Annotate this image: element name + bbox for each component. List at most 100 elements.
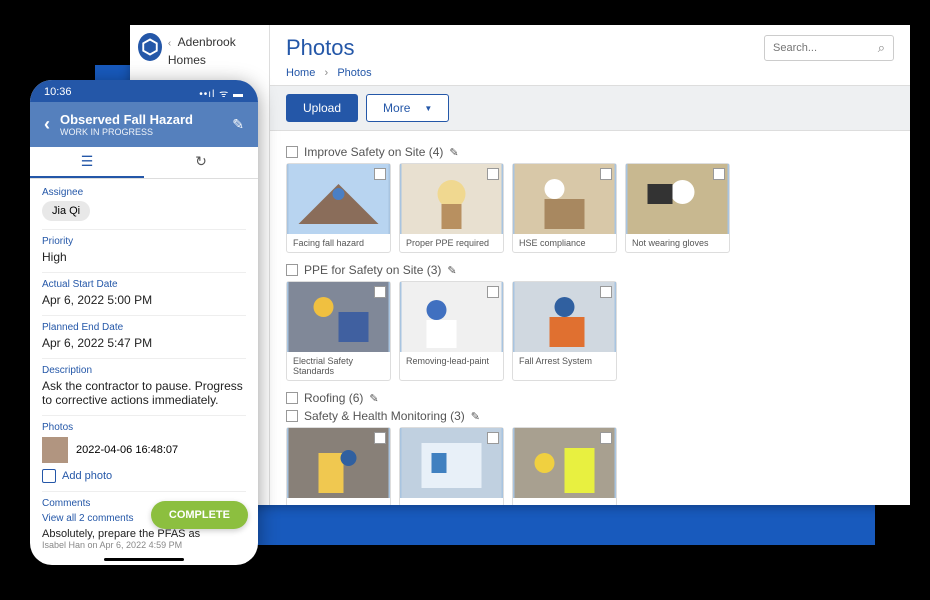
card-thumbnail [400,164,503,234]
app-logo[interactable] [138,33,162,61]
breadcrumb: Home › Photos [270,65,910,85]
card-thumbnail [513,164,616,234]
card-thumbnail [287,282,390,352]
card-checkbox[interactable] [487,432,499,444]
card-checkbox[interactable] [600,168,612,180]
photo-card[interactable] [512,427,617,505]
photo-card[interactable]: Electrial Safety Standards [286,281,391,381]
edit-icon[interactable]: ✎ [232,116,244,133]
card-row [286,427,894,505]
photo-card[interactable]: Removing-lead-paint [399,281,504,381]
card-caption [400,498,503,505]
section-checkbox[interactable] [286,392,298,404]
card-checkbox[interactable] [713,168,725,180]
edit-icon[interactable]: ✎ [447,264,456,277]
card-checkbox[interactable] [600,432,612,444]
section-checkbox[interactable] [286,410,298,422]
card-caption: Not wearing gloves [626,234,729,252]
status-bar: 10:36 ••ıl ᯤ ▬ [30,80,258,102]
assignee-chip[interactable]: Jia Qi [42,201,90,221]
photo-item[interactable]: 2022-04-06 16:48:07 [42,437,246,463]
mobile-header: ‹ Observed Fall Hazard WORK IN PROGRESS … [30,102,258,147]
section-header[interactable]: Roofing (6) ✎ [286,391,894,405]
camera-icon [42,469,56,483]
card-checkbox[interactable] [487,168,499,180]
tab-history[interactable]: ↻ [144,147,258,178]
org-name: Adenbrook Homes [168,35,236,67]
photo-card[interactable]: Fall Arrest System [512,281,617,381]
section-checkbox[interactable] [286,146,298,158]
mobile-title-block: Observed Fall Hazard WORK IN PROGRESS [60,112,222,137]
card-caption: Facing fall hazard [287,234,390,252]
chevron-left-icon: ‹ [168,38,171,49]
card-caption: Proper PPE required [400,234,503,252]
priority-label: Priority [42,236,246,247]
card-thumbnail [626,164,729,234]
photo-thumbnail [42,437,68,463]
card-caption [287,498,390,505]
card-caption: Electrial Safety Standards [287,352,390,380]
page-title: Photos [286,35,355,61]
photo-card[interactable]: Proper PPE required [399,163,504,253]
add-photo-button[interactable]: Add photo [42,469,246,483]
photo-card[interactable] [399,427,504,505]
edit-icon[interactable]: ✎ [369,392,378,405]
hazard-title: Observed Fall Hazard [60,112,222,127]
caret-down-icon: ▼ [424,104,432,113]
toolbar: Upload More ▼ [270,85,910,131]
photo-card[interactable]: HSE compliance [512,163,617,253]
status-icons: ••ıl ᯤ ▬ [199,86,244,100]
card-caption: HSE compliance [513,234,616,252]
breadcrumb-home[interactable]: Home [286,67,315,79]
edit-icon[interactable]: ✎ [449,146,458,159]
assignee-label: Assignee [42,187,246,198]
section-header[interactable]: Safety & Health Monitoring (3) ✎ [286,409,894,423]
card-thumbnail [513,282,616,352]
mobile-device: 10:36 ••ıl ᯤ ▬ ‹ Observed Fall Hazard WO… [30,80,258,565]
card-thumbnail [513,428,616,498]
more-button[interactable]: More ▼ [366,94,449,122]
search-box[interactable]: ⌕ [764,35,894,61]
photo-card[interactable] [286,427,391,505]
complete-button[interactable]: COMPLETE [151,501,248,529]
search-icon[interactable]: ⌕ [878,40,885,56]
org-selector[interactable]: ‹ Adenbrook Homes [168,33,261,69]
back-button[interactable]: ‹ [44,114,50,135]
edit-icon[interactable]: ✎ [471,410,480,423]
hazard-status: WORK IN PROGRESS [60,127,222,137]
photo-card[interactable]: Not wearing gloves [625,163,730,253]
card-checkbox[interactable] [487,286,499,298]
description-label: Description [42,365,246,376]
content-area: Improve Safety on Site (4) ✎ Facing fall … [270,131,910,505]
photos-label: Photos [42,422,246,433]
search-input[interactable] [773,42,878,54]
section-title: Roofing (6) [304,391,363,405]
card-row: Electrial Safety Standards Removing-lead-… [286,281,894,381]
section-checkbox[interactable] [286,264,298,276]
card-checkbox[interactable] [374,168,386,180]
actual-start-label: Actual Start Date [42,279,246,290]
planned-end-value: Apr 6, 2022 5:47 PM [42,336,246,350]
card-checkbox[interactable] [600,286,612,298]
card-thumbnail [287,428,390,498]
topbar: Photos ⌕ [270,25,910,65]
card-checkbox[interactable] [374,286,386,298]
add-photo-label: Add photo [62,470,112,482]
card-thumbnail [287,164,390,234]
status-time: 10:36 [44,86,72,100]
upload-button[interactable]: Upload [286,94,358,122]
mobile-tabs: ☰ ↻ [30,147,258,179]
photo-card[interactable]: Facing fall hazard [286,163,391,253]
card-caption: Removing-lead-paint [400,352,503,370]
card-thumbnail [400,282,503,352]
section-header[interactable]: Improve Safety on Site (4) ✎ [286,145,894,159]
section-header[interactable]: PPE for Safety on Site (3) ✎ [286,263,894,277]
tab-details[interactable]: ☰ [30,147,144,178]
priority-value: High [42,250,246,264]
main-panel: Photos ⌕ Home › Photos Upload More ▼ Imp… [270,25,910,505]
description-value: Ask the contractor to pause. Progress to… [42,379,246,407]
card-caption: Fall Arrest System [513,352,616,370]
section-title: Improve Safety on Site (4) [304,145,443,159]
comment-meta: Isabel Han on Apr 6, 2022 4:59 PM [42,540,246,550]
card-checkbox[interactable] [374,432,386,444]
